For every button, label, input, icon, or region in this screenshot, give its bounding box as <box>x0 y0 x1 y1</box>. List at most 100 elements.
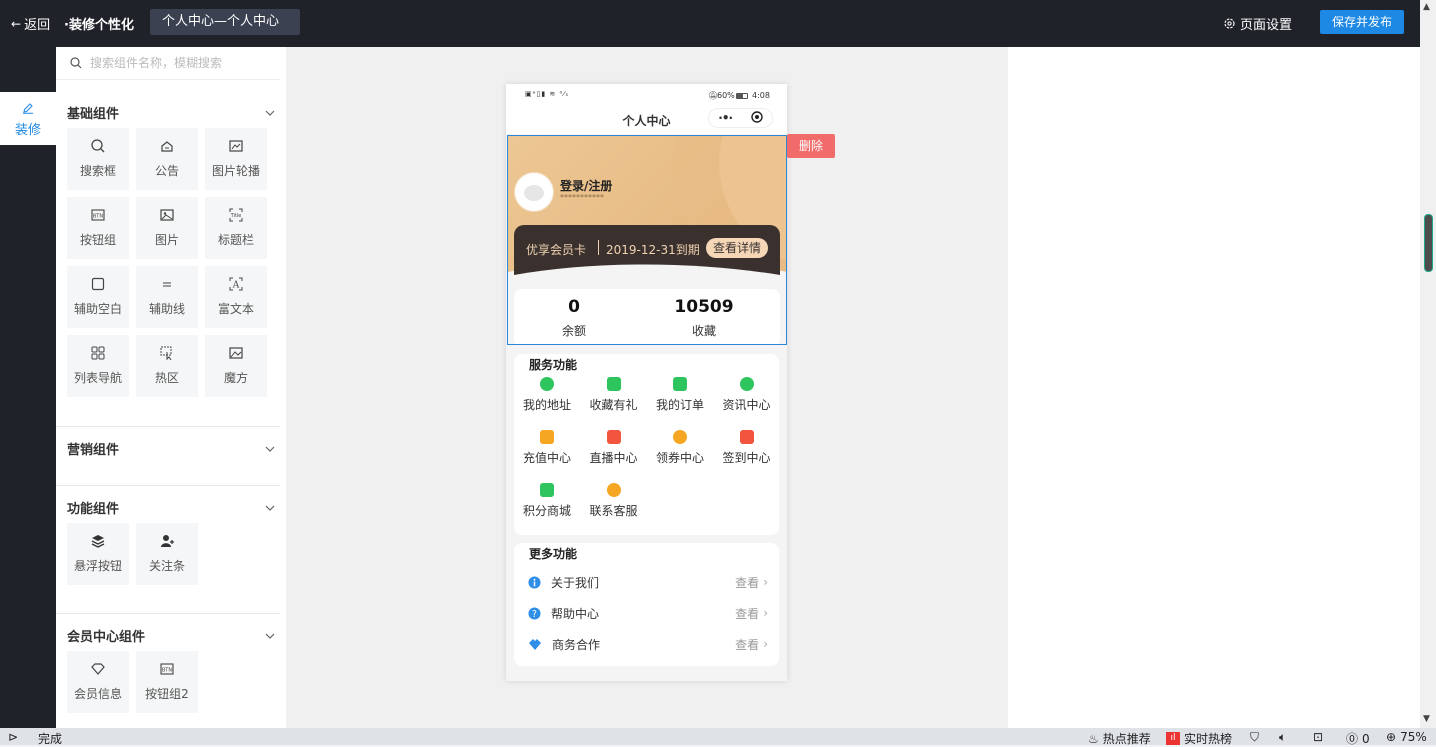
save-publish-button[interactable]: 保存并发布 <box>1320 10 1404 34</box>
section-function-label: 功能组件 <box>67 502 120 517</box>
component-tile[interactable]: 图片轮播 <box>205 128 267 190</box>
component-tile[interactable]: 会员信息 <box>67 651 129 713</box>
svg-text:?: ? <box>532 609 537 620</box>
component-tile[interactable]: 悬浮按钮 <box>67 523 129 585</box>
service-label: 资讯中心 <box>722 398 771 412</box>
component-tile-label: 富文本 <box>217 302 254 316</box>
miniapp-capsule[interactable]: ·•· <box>708 108 773 128</box>
component-tile[interactable]: 图片 <box>136 197 198 259</box>
component-tile[interactable]: 搜索框 <box>67 128 129 190</box>
signal-icons: ▣ᵊ▯▮ ≋ ⁰⁄ₛ <box>525 90 570 98</box>
service-label: 联系客服 <box>589 504 638 518</box>
service-label: 领券中心 <box>655 451 704 465</box>
component-tile[interactable]: 魔方 <box>205 335 267 397</box>
close-target-icon[interactable] <box>750 110 763 126</box>
zoom-value: 75% <box>1400 730 1427 744</box>
scroll-thumb[interactable] <box>1425 215 1432 271</box>
shield-icon[interactable]: ⛉ <box>1250 730 1259 745</box>
service-item[interactable]: 资讯中心 <box>714 377 780 413</box>
service-item[interactable]: 直播中心 <box>581 430 647 466</box>
divider-line-icon <box>136 276 198 292</box>
more-item-business[interactable]: 商务合作 查看 › <box>528 634 768 654</box>
favorites-label: 收藏 <box>691 324 716 338</box>
more-dots-icon[interactable]: ·•· <box>718 111 733 125</box>
counter-icon: ⓪ <box>1346 732 1359 746</box>
browser-status-bar: ⊳ 完成 ♨ 热点推荐 ıl 实时热榜 ⛉ 🔈︎ ⊡ ⓪0 ⊕ 75% <box>0 728 1436 747</box>
vip-card-wave <box>514 264 780 283</box>
page-scrollbar[interactable]: ▲ ▼ <box>1420 0 1436 728</box>
chevron-down-icon <box>265 441 275 456</box>
service-item[interactable]: 积分商城 <box>514 483 580 519</box>
component-tile[interactable]: 辅助空白 <box>67 266 129 328</box>
svg-text:A: A <box>232 281 240 291</box>
realtime-trend-label: 实时热榜 <box>1184 732 1233 746</box>
more-title: 更多功能 <box>529 547 578 561</box>
arrow-left-icon: ← <box>11 16 22 31</box>
search-icon <box>70 57 82 69</box>
service-icon <box>673 430 687 444</box>
service-item[interactable]: 我的订单 <box>647 377 713 413</box>
favorites-stat[interactable]: 10509 收藏 <box>664 297 744 339</box>
more-functions-card[interactable]: 更多功能 关于我们 查看 › ? 帮助中心 查看 › 商务合作 查看 › <box>514 543 779 666</box>
speaker-icon[interactable]: 🔈︎ <box>1279 730 1286 745</box>
more-item-view: 查看 <box>735 606 760 621</box>
component-tile-label: 按钮组2 <box>145 687 189 701</box>
component-tile[interactable]: 热区 <box>136 335 198 397</box>
component-tile[interactable]: 辅助线 <box>136 266 198 328</box>
back-button[interactable]: ← 返回 <box>11 14 51 34</box>
more-item-view: 查看 <box>735 575 760 590</box>
battery-icon <box>736 93 748 99</box>
page-select[interactable]: 个人中心—个人中心 <box>150 9 300 35</box>
component-tile-label: 按钮组 <box>79 233 116 247</box>
service-item[interactable]: 联系客服 <box>581 483 647 519</box>
component-tile-label: 图片 <box>154 233 179 247</box>
component-tile[interactable]: Title 标题栏 <box>205 197 267 259</box>
component-tile[interactable]: 公告 <box>136 128 198 190</box>
notice-icon <box>136 138 198 154</box>
service-icon <box>673 377 687 391</box>
zoom-control[interactable]: ⊕ 75% <box>1386 730 1427 744</box>
section-marketing[interactable]: 营销组件 <box>67 439 275 458</box>
download-icon[interactable]: ⊡ <box>1313 730 1323 744</box>
member-info-component[interactable]: 登录/注册 *********** 优享会员卡 2019-12-31到期 查看详… <box>507 135 787 345</box>
service-item[interactable]: 签到中心 <box>714 430 780 466</box>
more-item-about[interactable]: 关于我们 查看 › <box>528 572 768 592</box>
component-tile[interactable]: A 富文本 <box>205 266 267 328</box>
component-tile-label: 图片轮播 <box>211 164 260 178</box>
scroll-down-icon[interactable]: ▼ <box>1423 714 1430 724</box>
section-basic[interactable]: 基础组件 <box>67 103 275 122</box>
component-tile[interactable]: 列表导航 <box>67 335 129 397</box>
component-tile[interactable]: 关注条 <box>136 523 198 585</box>
hot-recommend-button[interactable]: ♨ 热点推荐 <box>1088 730 1151 747</box>
realtime-trend-button[interactable]: ıl 实时热榜 <box>1166 730 1232 747</box>
login-register-link[interactable]: 登录/注册 <box>560 177 612 194</box>
page-settings-button[interactable]: 页面设置 <box>1223 14 1292 33</box>
section-member[interactable]: 会员中心组件 <box>67 626 275 645</box>
service-item[interactable]: 我的地址 <box>514 377 580 413</box>
service-item[interactable]: 充值中心 <box>514 430 580 466</box>
vip-expire-date: 2019-12-31到期 <box>606 243 700 257</box>
vip-detail-button[interactable]: 查看详情 <box>706 238 768 258</box>
component-tile[interactable]: BTN 按钮组 <box>67 197 129 259</box>
section-member-label: 会员中心组件 <box>67 630 146 645</box>
component-tile[interactable]: BTN 按钮组2 <box>136 651 198 713</box>
layers-icon <box>67 533 129 549</box>
divider <box>56 485 280 486</box>
section-function[interactable]: 功能组件 <box>67 498 275 517</box>
service-item[interactable]: 收藏有礼 <box>581 377 647 413</box>
counter-badge[interactable]: ⓪0 <box>1346 730 1370 747</box>
sidebar-toggle-icon[interactable]: ⊳ <box>8 730 18 744</box>
avatar[interactable] <box>515 173 553 211</box>
balance-stat[interactable]: 0 余额 <box>534 297 614 339</box>
service-item[interactable]: 领券中心 <box>647 430 713 466</box>
vip-divider <box>598 240 599 255</box>
search-input[interactable] <box>90 56 270 70</box>
component-search <box>56 47 280 80</box>
more-item-help[interactable]: ? 帮助中心 查看 › <box>528 603 768 623</box>
services-card[interactable]: 服务功能 我的地址 收藏有礼 我的订单 资讯中心 充值中心 直播中心 领券中心 签到中心 积分商… <box>514 354 779 535</box>
back-label: 返回 <box>24 18 51 33</box>
scroll-up-icon[interactable]: ▲ <box>1423 2 1430 12</box>
magic-cube-icon <box>205 345 267 361</box>
tab-decorate[interactable]: 装修 <box>0 92 56 145</box>
delete-component-button[interactable]: 删除 <box>787 134 835 158</box>
